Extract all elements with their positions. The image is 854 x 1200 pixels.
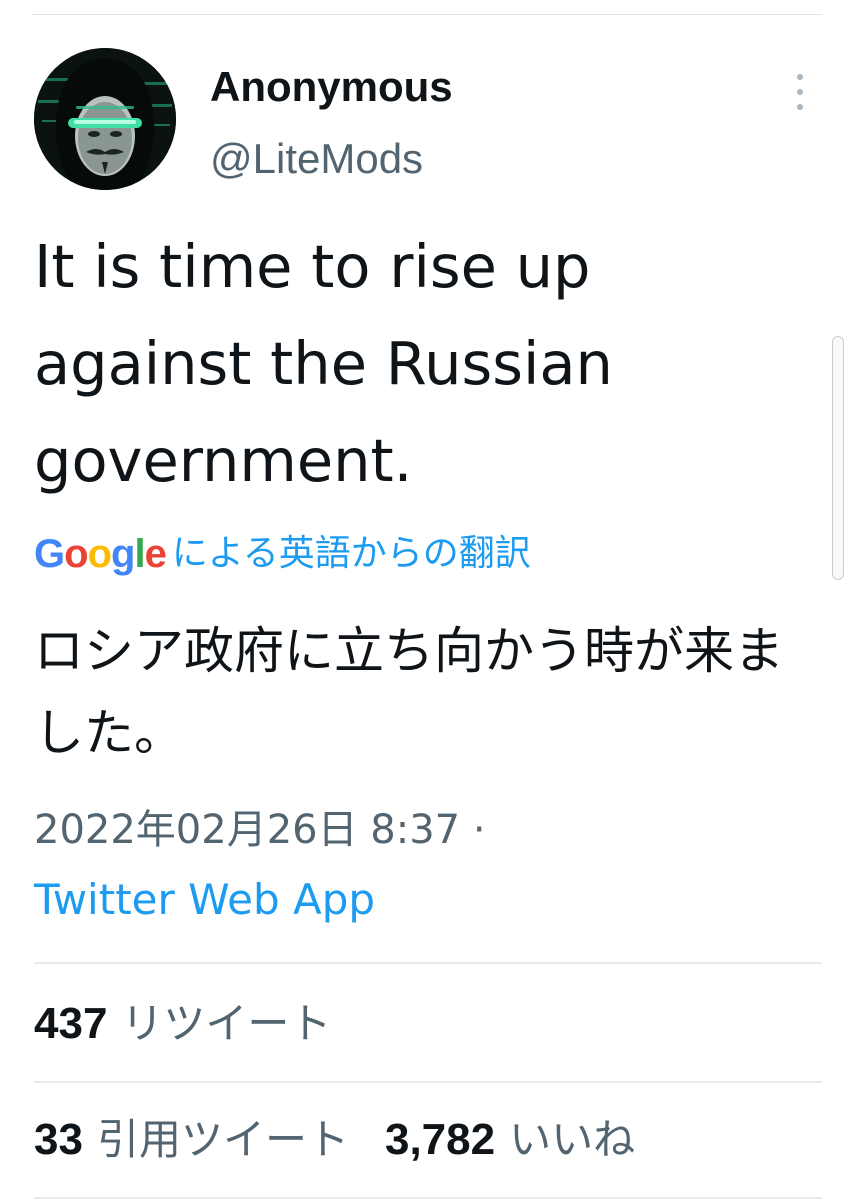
divider — [34, 962, 822, 964]
avatar[interactable] — [34, 48, 176, 190]
google-logo-letter: o — [87, 532, 112, 576]
top-divider — [32, 14, 822, 15]
tweet-timestamp[interactable]: 2022年02月26日 8:37 · — [34, 802, 486, 858]
more-vertical-icon — [797, 74, 803, 80]
author-handle[interactable]: @LiteMods — [210, 134, 423, 184]
quote-tweets-stat[interactable]: 33 引用ツイート — [34, 1110, 349, 1170]
google-logo-letter: G — [34, 532, 65, 576]
divider — [34, 1081, 822, 1083]
divider — [34, 1197, 822, 1199]
quote-count: 33 — [34, 1115, 83, 1164]
engagement-stats-row: 33 引用ツイート 3,782 いいね — [34, 1110, 635, 1170]
likes-stat[interactable]: 3,782 いいね — [385, 1110, 635, 1170]
google-logo-letter: g — [111, 532, 135, 576]
tweet-source-link[interactable]: Twitter Web App — [34, 872, 375, 928]
google-logo-letter: e — [144, 532, 167, 576]
more-options-button[interactable] — [786, 72, 814, 112]
author-display-name[interactable]: Anonymous — [210, 62, 453, 112]
scrollbar[interactable] — [832, 336, 844, 580]
tweet-text: It is time to rise up against the Russia… — [34, 232, 613, 495]
translation-credit[interactable]: Google による英語からの翻訳 — [34, 526, 531, 582]
retweet-count: 437 — [34, 999, 108, 1048]
like-count: 3,782 — [384, 1115, 496, 1164]
like-label: いいね — [509, 1115, 636, 1164]
google-logo: Google — [34, 526, 167, 582]
quote-label: 引用ツイート — [96, 1115, 349, 1164]
retweets-stat[interactable]: 437 リツイート — [34, 994, 331, 1054]
translation-label[interactable]: による英語からの翻訳 — [172, 526, 531, 582]
tweet-detail-view: Anonymous @LiteMods It is time to rise u… — [0, 0, 854, 1200]
google-logo-letter: o — [64, 532, 88, 576]
google-logo-letter: l — [134, 532, 145, 576]
guy-fawkes-mask-icon — [34, 48, 176, 190]
translated-tweet-text: ロシア政府に立ち向かう時が来ました。 — [34, 622, 784, 762]
retweet-label: リツイート — [121, 999, 332, 1048]
